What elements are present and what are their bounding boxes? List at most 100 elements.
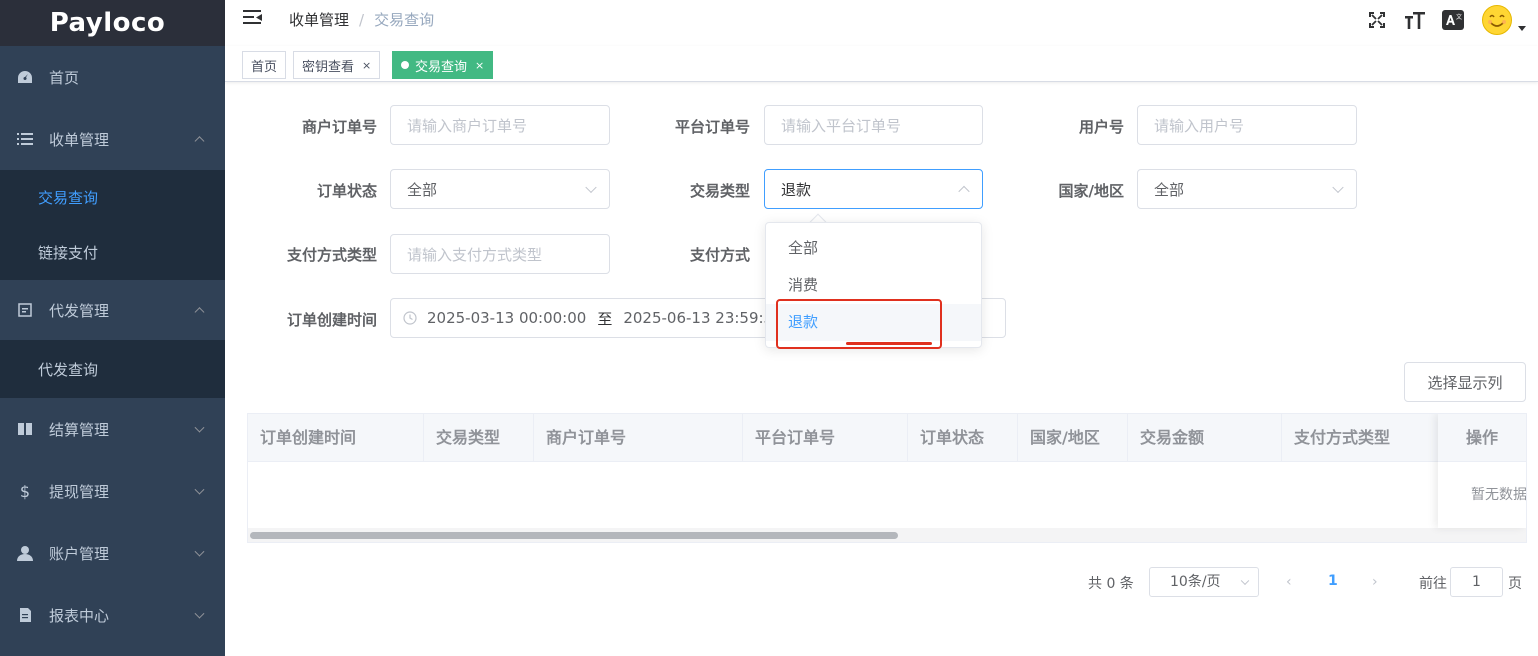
goto-suffix: 页	[1508, 576, 1522, 592]
placeholder: 请输入用户号	[1154, 116, 1245, 135]
font-size-icon[interactable]	[1404, 9, 1426, 31]
country-label: 国家/地区	[1058, 182, 1124, 200]
column-header: 国家/地区	[1018, 414, 1128, 462]
empty-text: 暂无数据	[1471, 487, 1527, 503]
goto-label: 前往	[1419, 576, 1447, 592]
column-header: 支付方式类型	[1282, 414, 1442, 462]
country-select[interactable]: 全部	[1137, 169, 1357, 209]
dashboard-icon	[16, 68, 34, 86]
order-status-label: 订单状态	[316, 182, 377, 200]
sidebar-item-payout[interactable]: 代发管理	[0, 280, 225, 340]
fixed-actions-column: 操作 暂无数据	[1438, 414, 1526, 528]
header-actions: 文	[1350, 5, 1526, 35]
tag-label: 首页	[251, 59, 278, 75]
pay-method-label: 支付方式	[689, 246, 750, 264]
placeholder: 请输入商户订单号	[407, 116, 528, 135]
column-header: 商户订单号	[534, 414, 743, 462]
select-value: 全部	[1154, 180, 1185, 199]
active-dot-icon	[401, 61, 409, 69]
column-header-actions: 操作	[1438, 414, 1526, 462]
data-table: 订单创建时间 交易类型 商户订单号 平台订单号 订单状态 国家/地区 交易金额 …	[247, 413, 1527, 543]
trade-type-dropdown: 全部 消费 退款	[765, 222, 982, 348]
select-value: 全部	[407, 180, 438, 199]
sidebar-item-home[interactable]: 首页	[0, 46, 225, 108]
pay-method-type-label: 支付方式类型	[286, 246, 377, 264]
chevron-up-icon	[194, 136, 205, 147]
close-icon[interactable]: ×	[475, 59, 484, 72]
list-icon	[16, 130, 34, 148]
sidebar-item-label: 结算管理	[49, 420, 110, 439]
column-header: 订单创建时间	[248, 414, 424, 462]
caret-down-icon[interactable]	[1518, 25, 1526, 31]
sidebar-item-payout-query[interactable]: 代发查询	[0, 340, 225, 398]
sidebar-item-trade-query[interactable]: 交易查询	[0, 170, 225, 225]
prev-page-button[interactable]: ‹	[1286, 574, 1292, 590]
tag-home[interactable]: 首页	[242, 51, 287, 79]
fullscreen-icon[interactable]	[1366, 9, 1388, 31]
column-header: 订单状态	[908, 414, 1018, 462]
sidebar: Payloco 首页 收单管理 交易查询 链接支付 代发管理 代发查询 结算管理	[0, 0, 225, 656]
pay-method-type-input[interactable]: 请输入支付方式类型	[390, 234, 610, 274]
sidebar-item-label: 首页	[49, 68, 80, 87]
chevron-down-icon	[194, 608, 205, 619]
navbar: 收单管理 / 交易查询 文	[225, 0, 1538, 46]
column-header: 平台订单号	[743, 414, 908, 462]
placeholder: 请输入平台订单号	[781, 116, 902, 135]
chevron-down-icon	[1332, 181, 1344, 194]
option-consume[interactable]: 消费	[766, 267, 981, 304]
submenu-payout: 代发查询	[0, 340, 225, 398]
merchant-order-label: 商户订单号	[301, 118, 377, 136]
trade-type-label: 交易类型	[689, 182, 750, 200]
sidebar-item-account[interactable]: 账户管理	[0, 522, 225, 584]
horizontal-scrollbar[interactable]	[250, 532, 898, 539]
breadcrumb-item-acquiring[interactable]: 收单管理	[289, 9, 349, 30]
language-icon[interactable]: 文	[1442, 9, 1464, 31]
order-status-select[interactable]: 全部	[390, 169, 610, 209]
column-header: 交易金额	[1128, 414, 1282, 462]
sidebar-item-acquiring[interactable]: 收单管理	[0, 108, 225, 170]
close-icon[interactable]: ×	[362, 59, 371, 72]
page-number[interactable]: 1	[1328, 573, 1338, 589]
user-no-input[interactable]: 请输入用户号	[1137, 105, 1357, 145]
tags-view: 首页 密钥查看 × 交易查询 ×	[225, 46, 1538, 82]
tag-trade-query[interactable]: 交易查询 ×	[392, 51, 494, 79]
annotation-underline	[846, 342, 932, 345]
tag-key-view[interactable]: 密钥查看 ×	[293, 51, 381, 79]
sidebar-item-withdraw[interactable]: $ 提现管理	[0, 460, 225, 522]
avatar[interactable]	[1482, 5, 1512, 35]
sidebar-item-label: 提现管理	[49, 482, 110, 501]
page-size-select[interactable]: 10条/页	[1149, 567, 1259, 597]
sidebar-item-link-pay[interactable]: 链接支付	[0, 225, 225, 280]
book-icon	[16, 420, 34, 438]
end-time[interactable]: 2025-06-13 23:59:59	[623, 309, 782, 327]
sidebar-item-label: 收单管理	[49, 130, 110, 149]
chevron-down-icon	[194, 484, 205, 495]
create-time-label: 订单创建时间	[286, 311, 377, 329]
merchant-order-input[interactable]: 请输入商户订单号	[390, 105, 610, 145]
column-header: 交易类型	[424, 414, 534, 462]
sidebar-item-reports[interactable]: 报表中心	[0, 584, 225, 646]
select-value: 退款	[781, 180, 812, 199]
chevron-down-icon	[1240, 576, 1250, 586]
range-separator: 至	[597, 309, 613, 328]
start-time[interactable]: 2025-03-13 00:00:00	[427, 309, 586, 327]
option-all[interactable]: 全部	[766, 230, 981, 267]
pagination-total: 共 0 条	[1088, 576, 1134, 592]
goto-page-input[interactable]: 1	[1450, 567, 1503, 597]
sidebar-item-label: 代发管理	[49, 301, 110, 320]
sidebar-item-settlement[interactable]: 结算管理	[0, 398, 225, 460]
breadcrumb: 收单管理 / 交易查询	[289, 9, 434, 30]
option-refund[interactable]: 退款	[766, 304, 981, 341]
next-page-button[interactable]: ›	[1372, 574, 1378, 590]
clock-icon	[403, 311, 417, 325]
table-header: 订单创建时间 交易类型 商户订单号 平台订单号 订单状态 国家/地区 交易金额 …	[248, 414, 1526, 462]
report-icon	[16, 606, 34, 624]
platform-order-input[interactable]: 请输入平台订单号	[764, 105, 983, 145]
svg-text:文: 文	[1456, 13, 1462, 21]
select-columns-button[interactable]: 选择显示列	[1404, 362, 1526, 402]
hamburger-icon[interactable]	[243, 9, 263, 27]
user-no-label: 用户号	[1078, 118, 1124, 136]
chevron-down-icon	[585, 181, 597, 194]
dollar-icon: $	[19, 481, 31, 501]
trade-type-select[interactable]: 退款	[764, 169, 983, 209]
